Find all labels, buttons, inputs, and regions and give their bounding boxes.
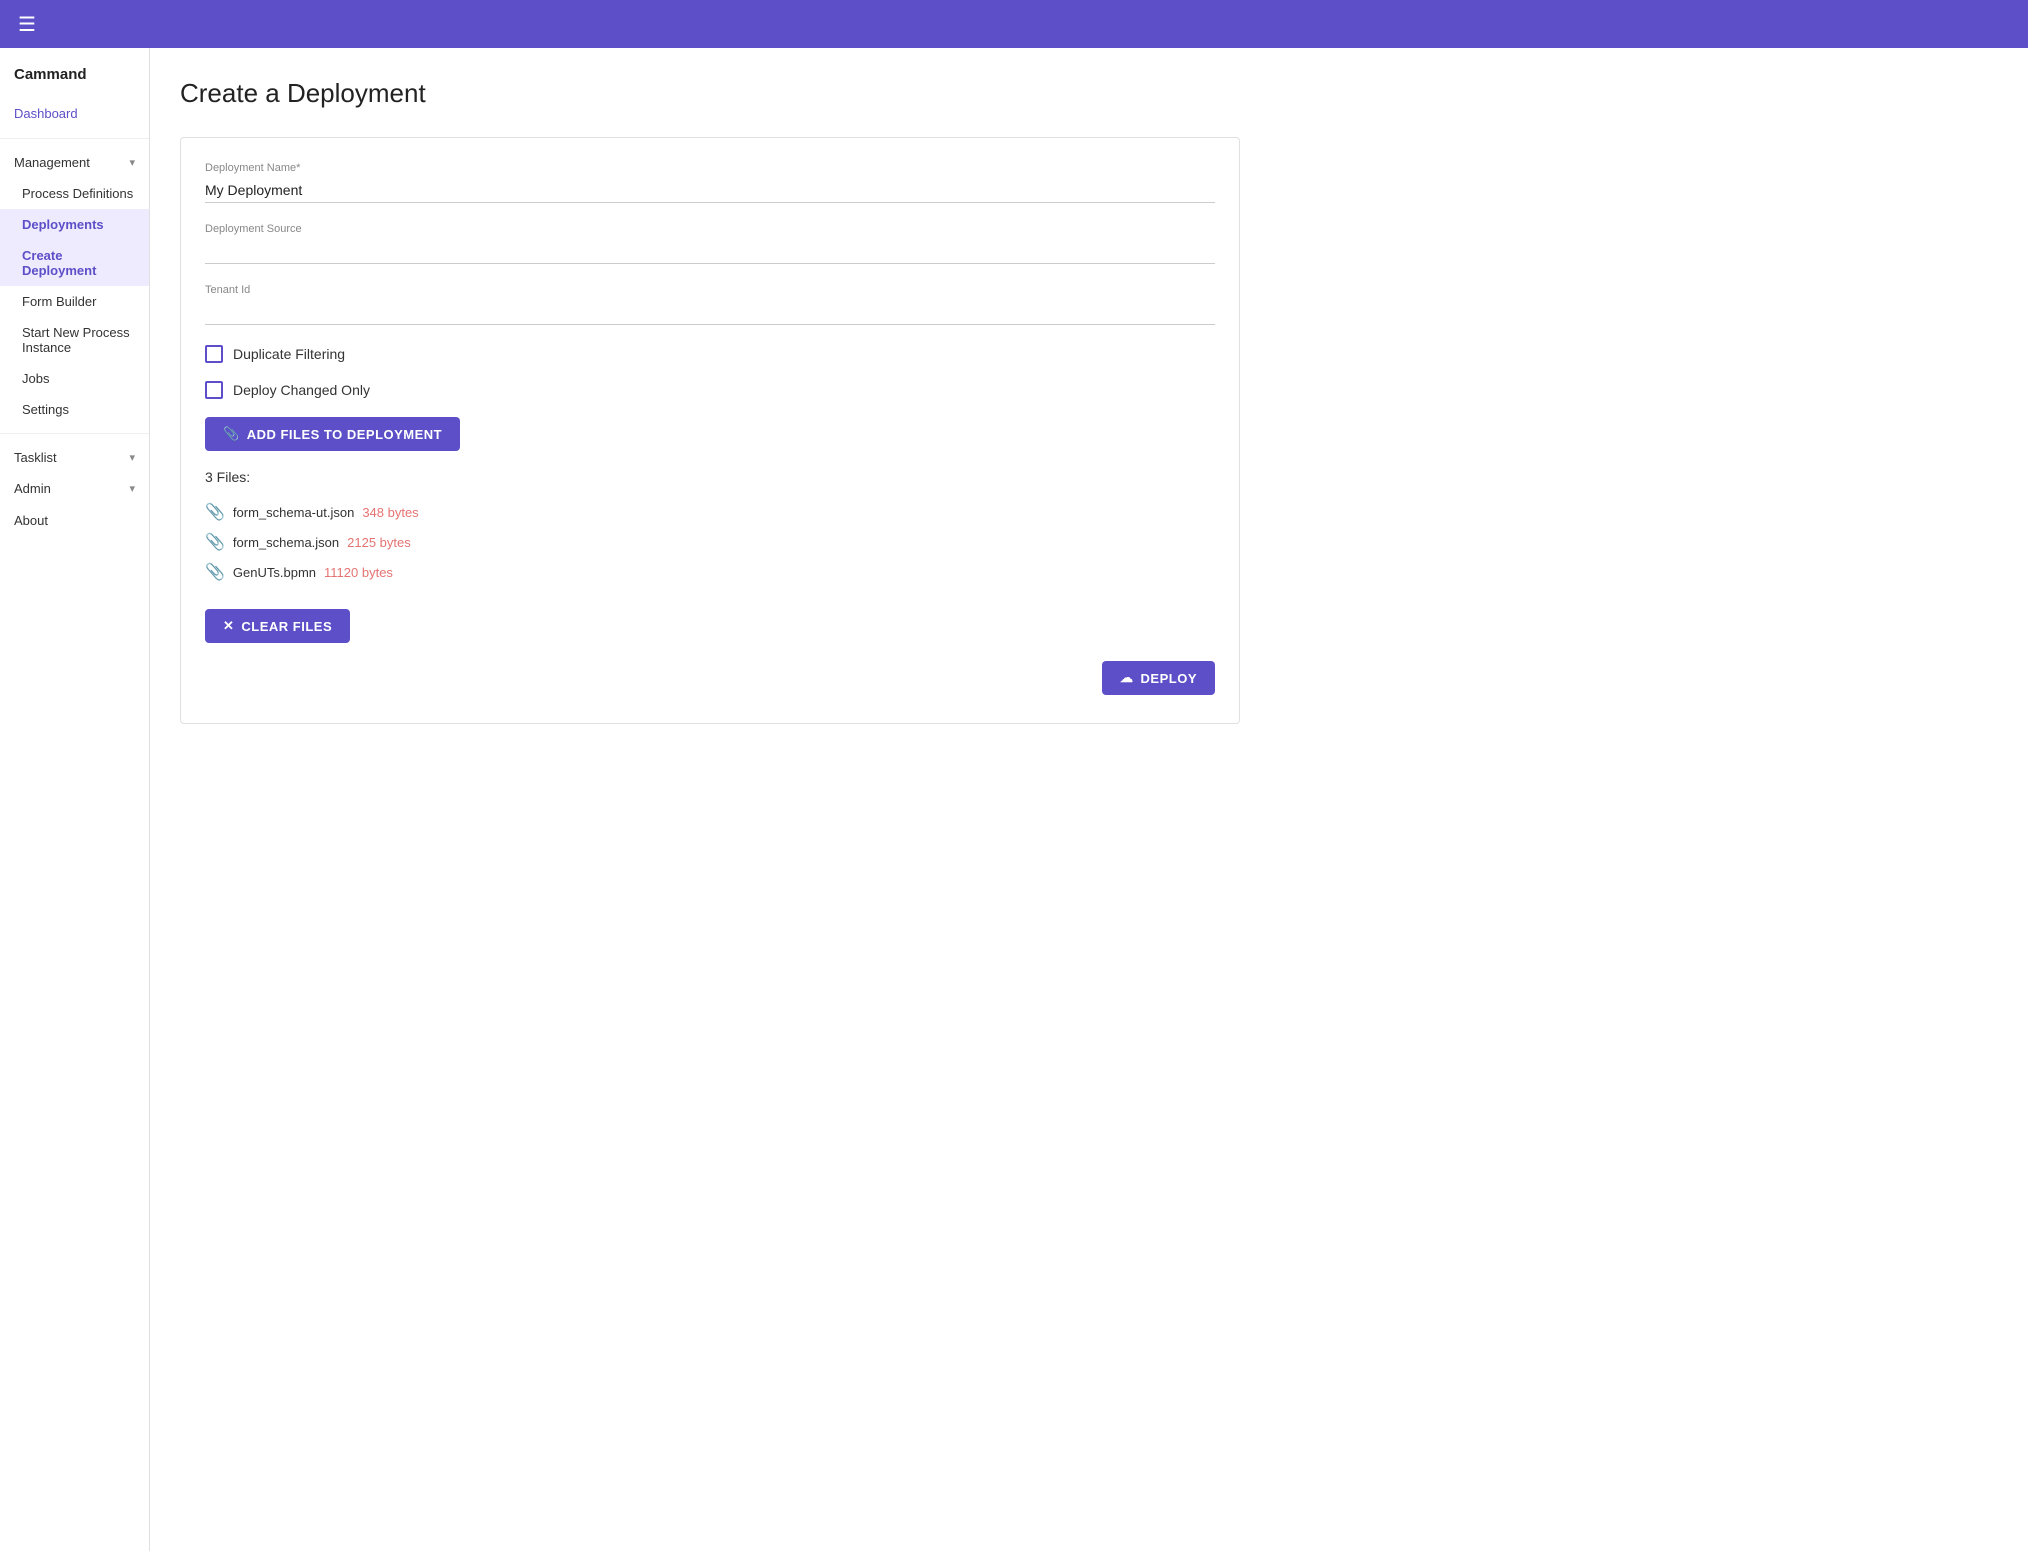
admin-chevron: ▾	[129, 482, 135, 495]
deployment-source-input[interactable]	[205, 239, 1215, 264]
tenant-id-input[interactable]	[205, 300, 1215, 325]
app-title: Cammand	[0, 56, 149, 97]
topbar: ☰	[0, 0, 2028, 48]
tasklist-chevron: ▾	[129, 451, 135, 464]
duplicate-filtering-row: Duplicate Filtering	[205, 345, 1215, 363]
deployment-source-group: Deployment Source	[205, 223, 1215, 264]
file-icon-2: 📎	[205, 562, 225, 582]
duplicate-filtering-checkbox[interactable]	[205, 345, 223, 363]
tenant-id-group: Tenant Id	[205, 284, 1215, 325]
file-name-1: form_schema.json	[233, 535, 339, 550]
file-item: 📎 form_schema.json 2125 bytes	[205, 527, 1215, 557]
sidebar-item-process-definitions[interactable]: Process Definitions	[0, 178, 149, 209]
management-label: Management	[14, 155, 90, 170]
action-bar: ✕ CLEAR FILES	[205, 609, 1215, 643]
file-icon-0: 📎	[205, 502, 225, 522]
deploy-changed-only-label: Deploy Changed Only	[233, 382, 370, 398]
sidebar-item-about[interactable]: About	[0, 504, 149, 537]
admin-label: Admin	[14, 481, 51, 496]
sidebar: Cammand Dashboard Management ▾ Process D…	[0, 48, 150, 1551]
clear-files-button[interactable]: ✕ CLEAR FILES	[205, 609, 350, 643]
sidebar-item-settings[interactable]: Settings	[0, 394, 149, 425]
files-count-label: 3 Files:	[205, 469, 1215, 485]
management-chevron: ▾	[129, 156, 135, 169]
cloud-upload-icon: ☁	[1120, 670, 1134, 686]
deployment-name-group: Deployment Name*	[205, 162, 1215, 203]
deployment-name-label: Deployment Name*	[205, 162, 1215, 174]
duplicate-filtering-label: Duplicate Filtering	[233, 346, 345, 362]
main-content: Create a Deployment Deployment Name* Dep…	[150, 48, 2028, 1551]
sidebar-item-start-new-process[interactable]: Start New Process Instance	[0, 317, 149, 363]
sidebar-item-jobs[interactable]: Jobs	[0, 363, 149, 394]
add-files-button[interactable]: 📎 ADD FILES TO DEPLOYMENT	[205, 417, 460, 451]
file-size-1: 2125 bytes	[347, 535, 411, 550]
file-item: 📎 GenUTs.bpmn 11120 bytes	[205, 557, 1215, 587]
deploy-changed-only-checkbox[interactable]	[205, 381, 223, 399]
file-size-2: 11120 bytes	[324, 565, 393, 580]
sidebar-section-tasklist[interactable]: Tasklist ▾	[0, 442, 149, 473]
tenant-id-label: Tenant Id	[205, 284, 1215, 296]
layout: Cammand Dashboard Management ▾ Process D…	[0, 48, 2028, 1551]
menu-icon[interactable]: ☰	[18, 12, 36, 37]
create-deployment-card: Deployment Name* Deployment Source Tenan…	[180, 137, 1240, 724]
file-name-2: GenUTs.bpmn	[233, 565, 316, 580]
deploy-changed-only-row: Deploy Changed Only	[205, 381, 1215, 399]
file-item: 📎 form_schema-ut.json 348 bytes	[205, 497, 1215, 527]
sidebar-item-dashboard[interactable]: Dashboard	[0, 97, 149, 130]
file-name-0: form_schema-ut.json	[233, 505, 354, 520]
deploy-button[interactable]: ☁ DEPLOY	[1102, 661, 1215, 695]
close-icon: ✕	[223, 618, 234, 634]
sidebar-item-form-builder[interactable]: Form Builder	[0, 286, 149, 317]
tasklist-label: Tasklist	[14, 450, 57, 465]
files-list: 📎 form_schema-ut.json 348 bytes 📎 form_s…	[205, 497, 1215, 587]
deployment-name-input[interactable]	[205, 178, 1215, 203]
deployment-source-label: Deployment Source	[205, 223, 1215, 235]
sidebar-section-management[interactable]: Management ▾	[0, 147, 149, 178]
file-size-0: 348 bytes	[362, 505, 418, 520]
sidebar-item-deployments[interactable]: Deployments	[0, 209, 149, 240]
sidebar-section-admin[interactable]: Admin ▾	[0, 473, 149, 504]
file-icon-1: 📎	[205, 532, 225, 552]
deploy-btn-row: ☁ DEPLOY	[205, 661, 1215, 695]
page-title: Create a Deployment	[180, 78, 1998, 109]
paperclip-icon: 📎	[223, 426, 240, 442]
sidebar-item-create-deployment[interactable]: Create Deployment	[0, 240, 149, 286]
